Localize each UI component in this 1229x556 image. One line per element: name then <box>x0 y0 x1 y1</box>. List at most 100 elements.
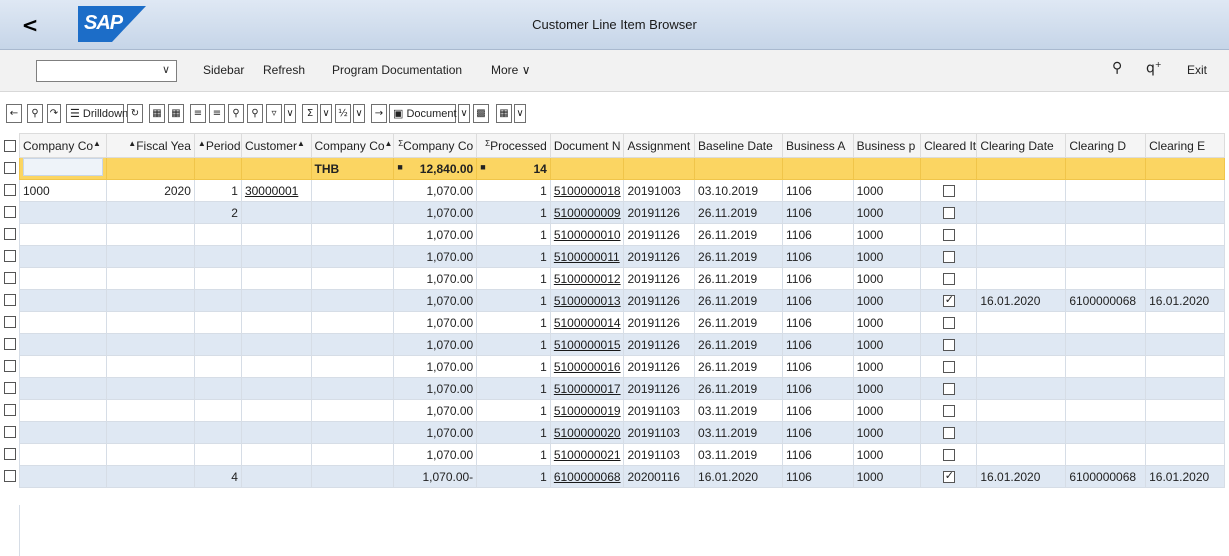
cleared-checkbox[interactable] <box>942 251 955 264</box>
column-header[interactable]: ▲Period <box>193 133 242 158</box>
sum-dropdown-icon[interactable]: ∨ <box>320 104 332 123</box>
filter-dropdown-icon[interactable]: ∨ <box>284 104 296 123</box>
table-row[interactable]: 1,070.00 1 5100000017 20191126 26.11.2019 110… <box>19 377 1225 400</box>
column-header[interactable]: Company Co▲ <box>310 133 395 158</box>
column-header[interactable]: ΣProcessed <box>476 133 551 158</box>
more-button[interactable]: More ∨ <box>491 63 530 77</box>
program-documentation-button[interactable]: Program Documentation <box>332 63 462 77</box>
document-link[interactable]: 5100000010 <box>554 228 621 242</box>
back-icon[interactable]: ← <box>6 104 22 123</box>
layout-icon[interactable]: ▦ <box>149 104 165 123</box>
refresh-icon[interactable]: ↻ <box>127 104 143 123</box>
document-link[interactable]: 5100000011 <box>554 250 620 264</box>
document-link[interactable]: 5100000021 <box>554 448 621 462</box>
column-header[interactable]: Clearing D <box>1065 133 1147 158</box>
row-select-checkbox[interactable] <box>0 223 19 245</box>
cleared-checkbox[interactable] <box>942 449 955 462</box>
table-row[interactable]: 1,070.00 1 5100000012 20191126 26.11.2019 110… <box>19 267 1225 290</box>
document-link[interactable]: 5100000013 <box>554 294 621 308</box>
column-header[interactable]: ΣCompany Co <box>393 133 478 158</box>
document-link[interactable]: 5100000012 <box>554 272 621 286</box>
column-header[interactable]: Document N <box>549 133 625 158</box>
table-row[interactable]: 1,070.00 1 5100000021 20191103 03.11.2019 110… <box>19 443 1225 466</box>
column-header[interactable]: Business p <box>852 133 922 158</box>
table-row[interactable]: 1,070.00 1 5100000016 20191126 26.11.2019 110… <box>19 355 1225 378</box>
row-select-checkbox[interactable] <box>0 465 19 487</box>
table-row[interactable]: 1,070.00 1 5100000020 20191103 03.11.2019 110… <box>19 421 1225 444</box>
arrow-right-icon[interactable]: → <box>371 104 387 123</box>
column-header[interactable]: ▲Fiscal Yea <box>105 133 195 158</box>
document-link[interactable]: 5100000017 <box>554 382 621 396</box>
column-header[interactable]: Clearing E <box>1145 133 1225 158</box>
refresh-button[interactable]: Refresh <box>263 63 305 77</box>
cleared-checkbox[interactable] <box>942 339 955 352</box>
exit-button[interactable]: Exit <box>1187 63 1207 77</box>
grid-icon[interactable]: ▦ <box>168 104 184 123</box>
cleared-checkbox[interactable] <box>942 361 955 374</box>
column-header[interactable]: Cleared It <box>920 133 978 158</box>
sort-ascending-icon[interactable]: ≡ <box>190 104 206 123</box>
table-row[interactable]: 1,070.00 1 5100000013 20191126 26.11.2019 110… <box>19 289 1225 312</box>
cleared-checkbox[interactable] <box>942 293 955 308</box>
cleared-checkbox[interactable] <box>942 273 955 286</box>
variant-select[interactable]: ∨ <box>36 60 177 82</box>
document-dropdown-icon[interactable]: ∨ <box>458 104 470 123</box>
find-icon[interactable]: ⚲ <box>228 104 244 123</box>
table-row[interactable]: 1,070.00 1 5100000019 20191103 03.11.2019 110… <box>19 399 1225 422</box>
document-link[interactable]: 6100000068 <box>554 470 621 484</box>
row-select-checkbox[interactable] <box>0 333 19 355</box>
cleared-checkbox[interactable] <box>942 317 955 330</box>
column-header[interactable]: Clearing Date <box>976 133 1067 158</box>
document-link[interactable]: 5100000020 <box>554 426 621 440</box>
cleared-checkbox[interactable] <box>942 229 955 242</box>
advanced-search-icon[interactable]: q+ <box>1146 60 1162 77</box>
row-select-checkbox[interactable] <box>0 421 19 443</box>
document-link[interactable]: 5100000009 <box>554 206 621 220</box>
table-row[interactable]: 4 1,070.00- 1 6100000068 20200116 16.01.2020 1… <box>19 465 1225 488</box>
column-header[interactable]: Baseline Date <box>694 133 784 158</box>
layout-dropdown-icon[interactable]: ∨ <box>514 104 526 123</box>
row-select-checkbox[interactable] <box>0 399 19 421</box>
table-row[interactable]: 1,070.00 1 5100000015 20191126 26.11.2019 110… <box>19 333 1225 356</box>
sum-icon[interactable]: Σ <box>302 104 318 123</box>
customer-link[interactable]: 30000001 <box>245 184 298 198</box>
cleared-checkbox[interactable] <box>942 405 955 418</box>
row-select-checkbox[interactable] <box>0 179 19 201</box>
subtotal-icon[interactable]: ½ <box>335 104 351 123</box>
row-select-checkbox[interactable] <box>0 245 19 267</box>
cleared-checkbox[interactable] <box>942 383 955 396</box>
cleared-checkbox[interactable] <box>942 469 955 484</box>
table-row[interactable]: 1,070.00 1 5100000014 20191126 26.11.2019 110… <box>19 311 1225 334</box>
row-select-checkbox[interactable] <box>0 355 19 377</box>
details-icon[interactable]: ⚲ <box>27 104 43 123</box>
find-next-icon[interactable]: ⚲ <box>247 104 263 123</box>
column-header[interactable]: Company Co▲ <box>19 133 107 158</box>
row-select-checkbox[interactable] <box>0 157 19 179</box>
table-row[interactable]: 1000 2020 1 30000001 1,070.00 1 5100000018 2019… <box>19 179 1225 202</box>
cleared-checkbox[interactable] <box>942 185 955 198</box>
document-link[interactable]: 5100000019 <box>554 404 621 418</box>
select-all-checkbox[interactable] <box>0 135 19 157</box>
row-select-checkbox[interactable] <box>0 443 19 465</box>
filter-icon[interactable]: ▿ <box>266 104 282 123</box>
column-header[interactable]: Business A <box>782 133 854 158</box>
total-filter-input[interactable] <box>23 158 103 176</box>
column-header[interactable]: Assignment <box>623 133 696 158</box>
row-select-checkbox[interactable] <box>0 201 19 223</box>
row-select-checkbox[interactable] <box>0 311 19 333</box>
document-link[interactable]: 5100000014 <box>554 316 621 330</box>
change-layout-icon[interactable]: ▦ <box>496 104 512 123</box>
document-button[interactable]: ▣ Document <box>389 104 457 123</box>
row-select-checkbox[interactable] <box>0 267 19 289</box>
total-filter-field[interactable] <box>19 157 107 180</box>
cleared-checkbox[interactable] <box>942 427 955 440</box>
sort-descending-icon[interactable]: ≡ <box>209 104 225 123</box>
drilldown-button[interactable]: ☰ Drilldown <box>66 104 128 123</box>
table-row[interactable]: 2 1,070.00 1 5100000009 20191126 26.11.2019 11… <box>19 201 1225 224</box>
document-link[interactable]: 5100000015 <box>554 338 621 352</box>
sidebar-button[interactable]: Sidebar <box>203 63 244 77</box>
cleared-checkbox[interactable] <box>942 207 955 220</box>
export-icon[interactable]: ▩ <box>473 104 489 123</box>
document-link[interactable]: 5100000018 <box>554 184 621 198</box>
row-select-checkbox[interactable] <box>0 377 19 399</box>
